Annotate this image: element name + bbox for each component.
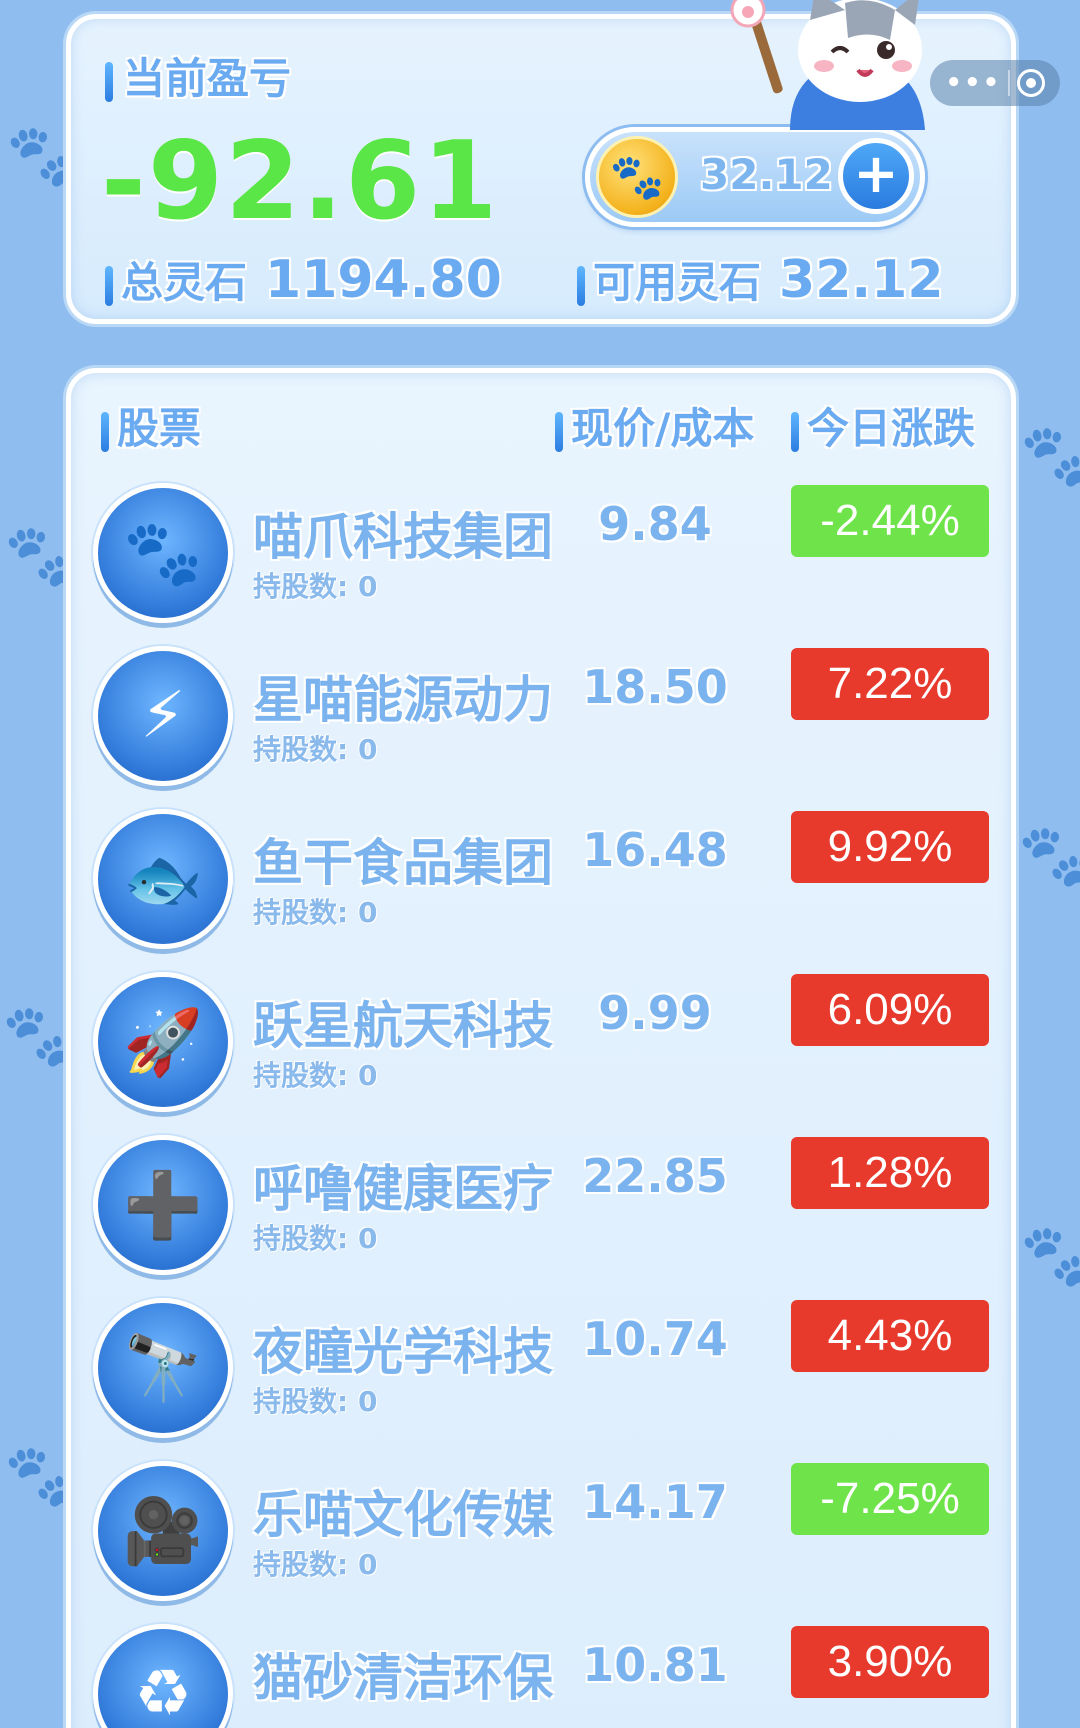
paw-print-icon: 🐾 (1020, 1221, 1080, 1291)
total-stones-label: 总灵石 (121, 258, 248, 307)
header-price: 现价/成本 (555, 395, 754, 456)
pnl-heading: 当前盈亏 (105, 45, 291, 106)
stock-row[interactable]: ➕ 呼噜健康医疗 持股数: 0 22.85 1.28% (93, 1135, 993, 1285)
change-badge: 3.90% (791, 1626, 989, 1698)
section-marker (791, 411, 799, 452)
total-stones-stat: 总灵石 1194.80 (105, 249, 502, 310)
pnl-label: 当前盈亏 (123, 54, 292, 103)
stock-price: 10.74 (582, 1312, 728, 1366)
miniprogram-capsule: ••• (930, 60, 1060, 106)
rocket-icon: 🚀 (93, 972, 233, 1112)
stock-holdings: 持股数: 0 (253, 896, 378, 929)
section-marker (577, 265, 585, 306)
recycle-icon: ♻ (93, 1624, 233, 1728)
pnl-value: -92.61 (101, 119, 500, 244)
available-stones-value: 32.12 (779, 250, 944, 310)
stock-name: 猫砂清洁环保 (253, 1649, 553, 1707)
change-badge: -2.44% (791, 485, 989, 557)
section-marker (105, 61, 113, 102)
fish-snack-icon: 🐟 (93, 809, 233, 949)
stock-row[interactable]: 🐟 鱼干食品集团 持股数: 0 16.48 9.92% (93, 809, 993, 959)
stock-row[interactable]: 🔭 夜瞳光学科技 持股数: 0 10.74 4.43% (93, 1298, 993, 1448)
header-stock: 股票 (101, 395, 201, 456)
stock-name: 乐喵文化传媒 (253, 1486, 553, 1544)
stock-price: 16.48 (582, 823, 728, 877)
stock-list-panel: 股票 现价/成本 今日涨跌 🐾 喵爪科技集团 持股数: 0 9.84 -2.44… (66, 368, 1016, 1728)
change-badge: -7.25% (791, 1463, 989, 1535)
doctor-cat-icon: ➕ (93, 1135, 233, 1275)
header-stock-label: 股票 (117, 404, 202, 453)
stock-price: 9.84 (598, 497, 712, 551)
stock-name: 夜瞳光学科技 (253, 1323, 553, 1381)
stock-price: 14.17 (582, 1475, 728, 1529)
change-badge: 1.28% (791, 1137, 989, 1209)
stock-row[interactable]: 🚀 跃星航天科技 持股数: 0 9.99 6.09% (93, 972, 993, 1122)
change-badge: 4.43% (791, 1300, 989, 1372)
stock-holdings: 持股数: 0 (253, 1059, 378, 1092)
telescope-icon: 🔭 (93, 1298, 233, 1438)
add-coins-button[interactable]: + (838, 138, 914, 214)
stock-row[interactable]: 🐾 喵爪科技集团 持股数: 0 9.84 -2.44% (93, 483, 993, 633)
available-stones-stat: 可用灵石 32.12 (577, 249, 944, 310)
stock-name: 呼噜健康医疗 (253, 1160, 553, 1218)
stock-name: 鱼干食品集团 (253, 834, 553, 892)
list-header: 股票 现价/成本 今日涨跌 (71, 395, 1011, 453)
capsule-divider (1007, 70, 1010, 96)
stock-holdings: 持股数: 0 (253, 1222, 378, 1255)
change-badge: 7.22% (791, 648, 989, 720)
stock-holdings: 持股数: 0 (253, 1385, 378, 1418)
stock-row[interactable]: ⚡ 星喵能源动力 持股数: 0 18.50 7.22% (93, 646, 993, 796)
section-marker (105, 265, 113, 306)
stock-price: 18.50 (582, 660, 728, 714)
header-price-label: 现价/成本 (571, 404, 755, 453)
paw-print-icon: 🐾 (1020, 421, 1080, 491)
available-stones-label: 可用灵石 (593, 258, 762, 307)
close-target-icon[interactable] (1016, 69, 1045, 97)
stock-price: 9.99 (598, 986, 712, 1040)
stock-price: 22.85 (582, 1149, 728, 1203)
change-badge: 6.09% (791, 974, 989, 1046)
paw-print-icon: 🐾 (1018, 821, 1080, 891)
stock-row[interactable]: 🎥 乐喵文化传媒 持股数: 0 14.17 -7.25% (93, 1461, 993, 1611)
section-marker (101, 411, 109, 452)
stock-holdings: 持股数: 0 (253, 733, 378, 766)
header-change: 今日涨跌 (791, 395, 975, 456)
camera-mic-icon: 🎥 (93, 1461, 233, 1601)
stock-price: 10.81 (582, 1638, 728, 1692)
stock-holdings: 持股数: 0 (253, 1548, 378, 1581)
coin-balance-pill[interactable]: 🐾 32.12 + (585, 127, 925, 227)
stock-name: 喵爪科技集团 (253, 508, 553, 566)
section-marker (555, 411, 563, 452)
coin-balance-value: 32.12 (700, 150, 833, 199)
change-badge: 9.92% (791, 811, 989, 883)
header-change-label: 今日涨跌 (807, 404, 976, 453)
total-stones-value: 1194.80 (265, 250, 502, 310)
more-menu-button[interactable]: ••• (945, 68, 1001, 98)
paw-circuit-icon: 🐾 (93, 483, 233, 623)
stock-holdings: 持股数: 0 (253, 570, 378, 603)
lightning-battery-icon: ⚡ (93, 646, 233, 786)
stock-row[interactable]: ♻ 猫砂清洁环保 10.81 3.90% (93, 1624, 993, 1728)
stock-name: 星喵能源动力 (253, 671, 553, 729)
stock-name: 跃星航天科技 (253, 997, 553, 1055)
paw-coin-icon: 🐾 (596, 136, 678, 218)
